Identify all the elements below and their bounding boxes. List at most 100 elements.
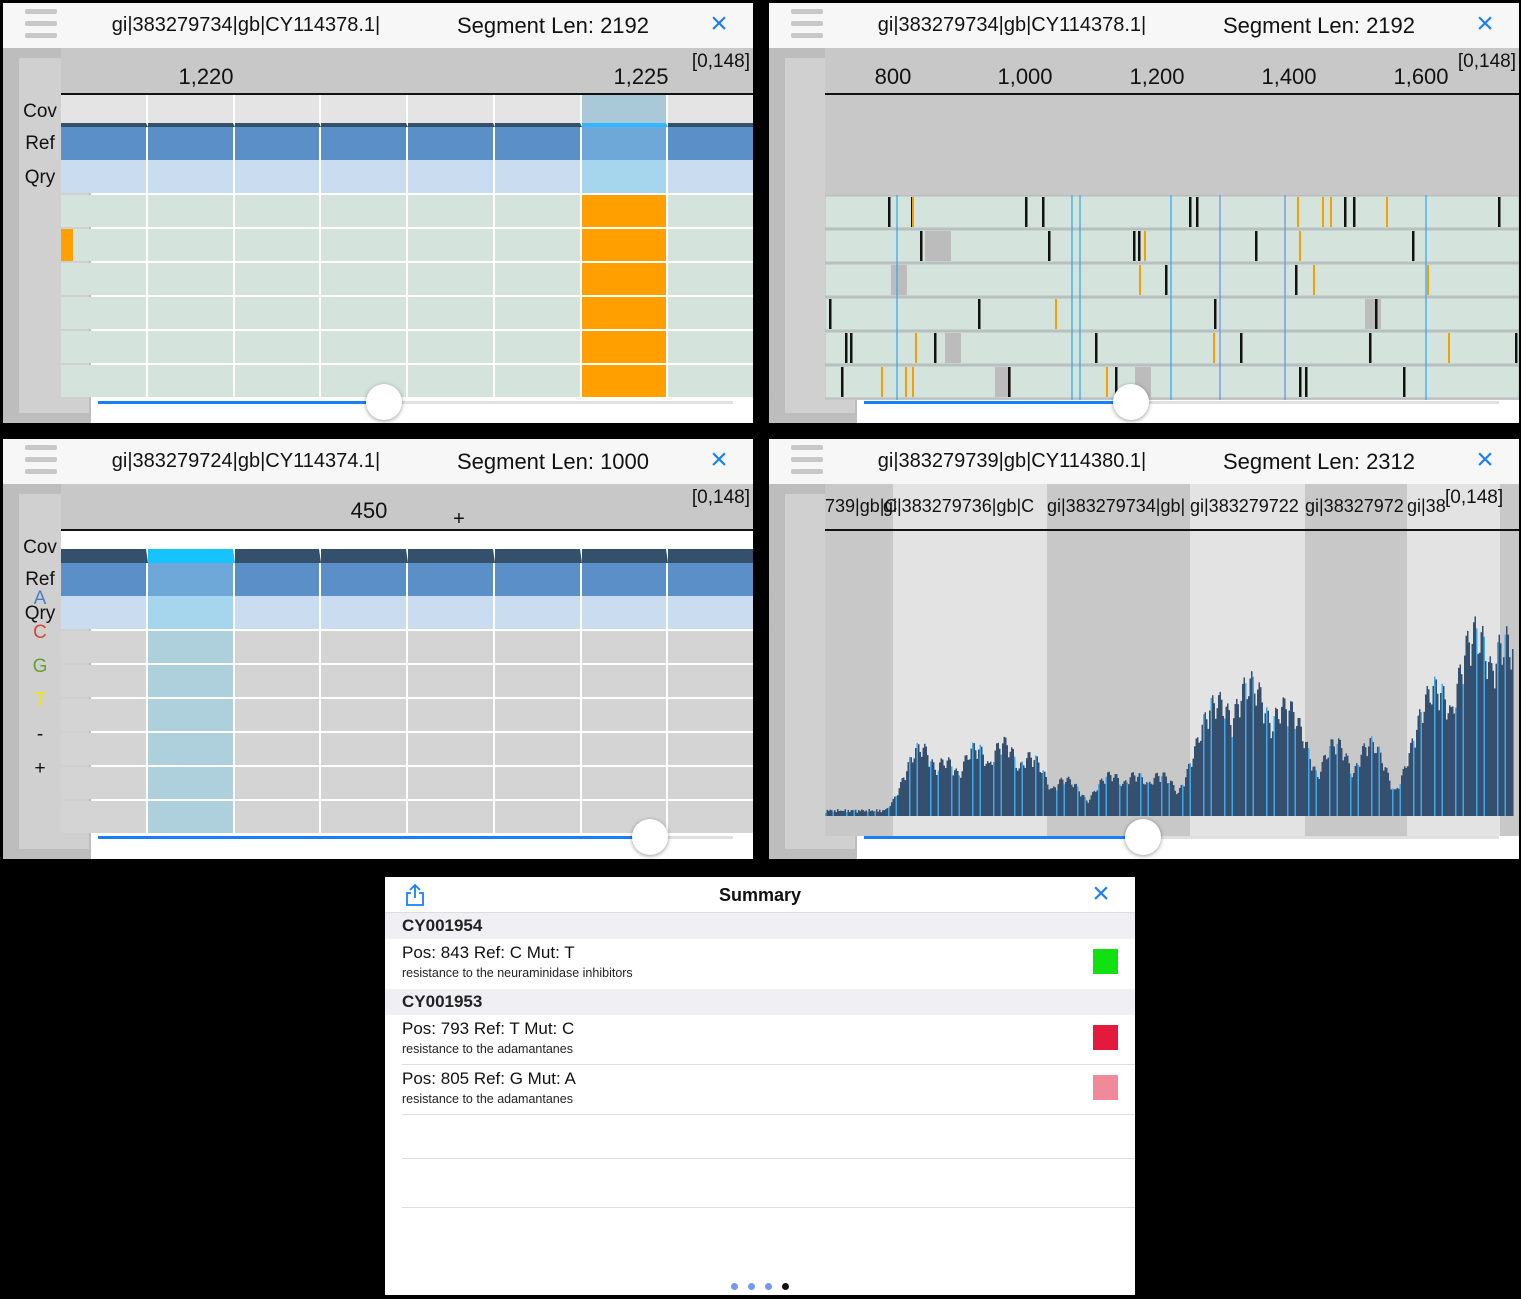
page-dot[interactable] [765, 1283, 772, 1290]
read-base[interactable] [408, 263, 495, 295]
count-cell[interactable] [321, 631, 408, 663]
ref-base[interactable] [235, 563, 322, 596]
read-base[interactable] [668, 229, 753, 261]
count-cell[interactable] [582, 631, 669, 663]
ref-base[interactable] [148, 127, 235, 160]
read-base[interactable] [408, 331, 495, 363]
coverage-cell[interactable] [408, 95, 495, 127]
read-base[interactable] [408, 229, 495, 261]
overview-reads[interactable] [825, 95, 1519, 400]
qry-base[interactable] [148, 160, 235, 193]
count-cell[interactable] [408, 665, 495, 697]
position-slider[interactable] [98, 384, 733, 420]
count-cell[interactable] [582, 767, 669, 799]
ref-base[interactable] [668, 127, 753, 160]
coverage-cell[interactable] [147, 531, 235, 563]
qry-base[interactable] [321, 160, 408, 193]
count-cell[interactable] [147, 801, 235, 833]
read-base[interactable] [148, 297, 235, 329]
read-base[interactable] [581, 365, 669, 397]
coverage-cell[interactable] [581, 95, 669, 127]
coverage-cell[interactable] [234, 531, 322, 563]
read-base[interactable] [321, 195, 408, 227]
ref-base[interactable] [582, 563, 669, 596]
qry-base[interactable] [408, 160, 495, 193]
count-cell[interactable] [147, 699, 235, 731]
ref-base[interactable] [321, 127, 408, 160]
read-base[interactable] [408, 195, 495, 227]
qry-base[interactable] [408, 596, 495, 629]
read-base[interactable] [321, 229, 408, 261]
ref-base[interactable] [408, 127, 495, 160]
read-base[interactable] [495, 297, 582, 329]
count-cell[interactable] [408, 733, 495, 765]
count-cell[interactable] [408, 631, 495, 663]
count-cell[interactable] [61, 767, 148, 799]
coverage-cell[interactable] [668, 95, 753, 127]
qry-base[interactable] [582, 596, 669, 629]
ref-base[interactable] [581, 127, 669, 160]
count-cell[interactable] [147, 665, 235, 697]
read-base[interactable] [148, 195, 235, 227]
count-cell[interactable] [495, 631, 582, 663]
read-base[interactable] [581, 195, 669, 227]
coverage-cell[interactable] [408, 531, 495, 563]
read-base[interactable] [61, 229, 148, 261]
read-base[interactable] [235, 365, 322, 397]
read-base[interactable] [668, 263, 753, 295]
coverage-histogram[interactable] [825, 531, 1519, 836]
qry-base[interactable] [147, 596, 235, 629]
count-cell[interactable] [495, 733, 582, 765]
summary-item[interactable]: Pos: 843 Ref: C Mut: T resistance to the … [385, 937, 1135, 987]
read-base[interactable] [61, 331, 148, 363]
coverage-cell[interactable] [61, 531, 148, 563]
count-cell[interactable] [235, 801, 322, 833]
count-cell[interactable] [61, 665, 148, 697]
coverage-cell[interactable] [147, 95, 235, 127]
count-cell[interactable] [61, 733, 148, 765]
close-icon[interactable]: × [1084, 877, 1118, 911]
count-cell[interactable] [408, 801, 495, 833]
read-base[interactable] [148, 263, 235, 295]
read-base[interactable] [235, 297, 322, 329]
slider-thumb[interactable] [365, 384, 402, 420]
summary-item[interactable]: Pos: 805 Ref: G Mut: A resistance to the … [385, 1063, 1135, 1113]
count-cell[interactable] [668, 699, 753, 731]
read-base[interactable] [495, 229, 582, 261]
position-slider[interactable] [864, 384, 1499, 420]
page-dot[interactable] [731, 1283, 738, 1290]
page-indicator[interactable] [385, 1277, 1135, 1295]
count-cell[interactable] [582, 733, 669, 765]
read-base[interactable] [321, 331, 408, 363]
read-base[interactable] [61, 263, 148, 295]
read-base[interactable] [235, 331, 322, 363]
ref-base[interactable] [235, 127, 322, 160]
count-cell[interactable] [321, 767, 408, 799]
qry-base[interactable] [61, 596, 148, 629]
read-base[interactable] [668, 297, 753, 329]
slider-thumb[interactable] [1112, 384, 1149, 420]
count-cell[interactable] [495, 665, 582, 697]
coverage-cell[interactable] [234, 95, 322, 127]
qry-base[interactable] [495, 160, 582, 193]
count-cell[interactable] [668, 767, 753, 799]
count-cell[interactable] [147, 631, 235, 663]
read-base[interactable] [235, 263, 322, 295]
read-base[interactable] [581, 331, 669, 363]
read-base[interactable] [408, 297, 495, 329]
count-cell[interactable] [668, 631, 753, 663]
read-base[interactable] [495, 195, 582, 227]
count-cell[interactable] [408, 767, 495, 799]
qry-base[interactable] [668, 596, 753, 629]
coverage-cell[interactable] [494, 95, 582, 127]
qry-base[interactable] [321, 596, 408, 629]
count-cell[interactable] [668, 733, 753, 765]
count-cell[interactable] [235, 733, 322, 765]
qry-base[interactable] [235, 596, 322, 629]
read-base[interactable] [235, 229, 322, 261]
read-base[interactable] [668, 195, 753, 227]
close-icon[interactable]: × [702, 7, 736, 41]
count-cell[interactable] [495, 767, 582, 799]
read-base[interactable] [495, 365, 582, 397]
read-base[interactable] [148, 331, 235, 363]
